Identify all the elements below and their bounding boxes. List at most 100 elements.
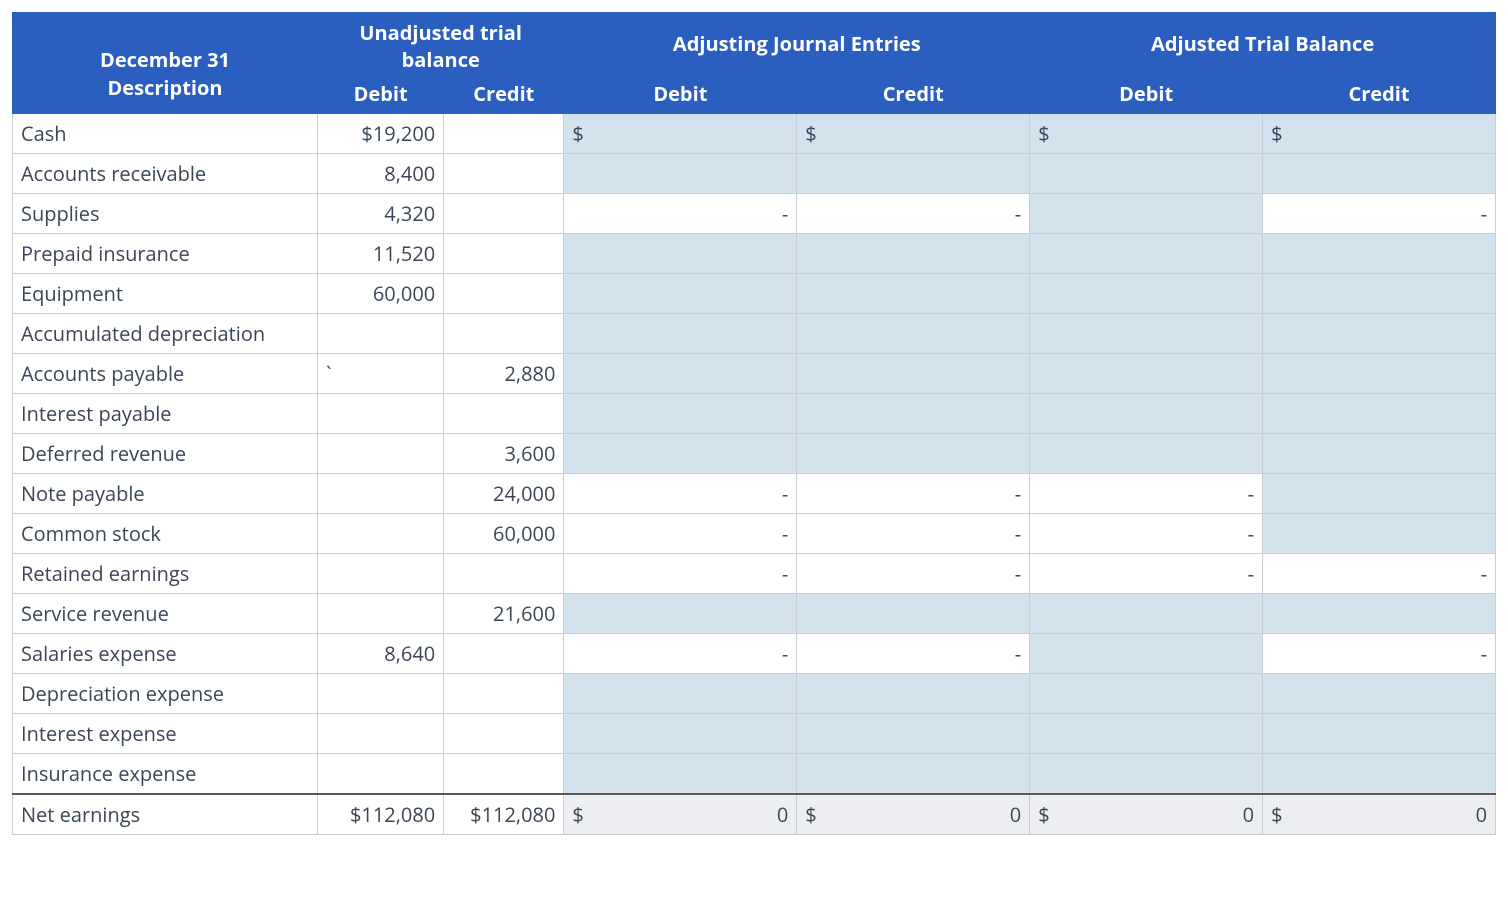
atb-debit-cell bbox=[1030, 314, 1263, 354]
utb-debit-cell: $19,200 bbox=[318, 114, 444, 154]
aje-debit-cell: $ bbox=[564, 114, 797, 154]
atb-debit-cell bbox=[1030, 434, 1263, 474]
atb-credit-cell: - bbox=[1263, 194, 1496, 234]
table-row: Accumulated depreciation bbox=[13, 314, 1496, 354]
total-row: Net earnings$112,080$112,080$0$0$0$0 bbox=[13, 794, 1496, 835]
atb-credit-cell bbox=[1263, 754, 1496, 795]
aje-debit-cell: - bbox=[564, 474, 797, 514]
header-date: December 31 bbox=[13, 13, 318, 74]
utb-credit-cell: 21,600 bbox=[444, 594, 564, 634]
aje-debit-cell bbox=[564, 434, 797, 474]
utb-debit-cell bbox=[318, 434, 444, 474]
header-atb-debit: Debit bbox=[1030, 74, 1263, 114]
utb-credit-cell: 24,000 bbox=[444, 474, 564, 514]
utb-credit-cell: 60,000 bbox=[444, 514, 564, 554]
utb-credit-cell bbox=[444, 394, 564, 434]
table-row: Accounts payable`2,880 bbox=[13, 354, 1496, 394]
aje-credit-cell: - bbox=[797, 194, 1030, 234]
table-row: Insurance expense bbox=[13, 754, 1496, 795]
header-utb-credit: Credit bbox=[444, 74, 564, 114]
aje-credit-cell bbox=[797, 754, 1030, 795]
aje-credit-cell: - bbox=[797, 634, 1030, 674]
atb-debit-cell: - bbox=[1030, 514, 1263, 554]
table-row: Prepaid insurance11,520 bbox=[13, 234, 1496, 274]
row-description: Depreciation expense bbox=[13, 674, 318, 714]
total-aje-debit: $0 bbox=[564, 794, 797, 835]
aje-debit-cell: - bbox=[564, 194, 797, 234]
aje-debit-cell bbox=[564, 594, 797, 634]
row-description: Insurance expense bbox=[13, 754, 318, 795]
aje-credit-cell: - bbox=[797, 554, 1030, 594]
utb-credit-cell bbox=[444, 234, 564, 274]
utb-credit-cell: 3,600 bbox=[444, 434, 564, 474]
atb-credit-cell: $ bbox=[1263, 114, 1496, 154]
atb-credit-cell bbox=[1263, 434, 1496, 474]
table-header: December 31 Unadjusted trial balance Adj… bbox=[13, 13, 1496, 114]
utb-debit-cell bbox=[318, 394, 444, 434]
atb-debit-cell bbox=[1030, 274, 1263, 314]
utb-debit-cell bbox=[318, 714, 444, 754]
row-description: Interest expense bbox=[13, 714, 318, 754]
atb-debit-cell bbox=[1030, 194, 1263, 234]
utb-credit-cell bbox=[444, 154, 564, 194]
aje-credit-cell: $ bbox=[797, 114, 1030, 154]
utb-credit-cell bbox=[444, 114, 564, 154]
atb-debit-cell bbox=[1030, 634, 1263, 674]
aje-credit-cell bbox=[797, 314, 1030, 354]
total-aje-credit: $0 bbox=[797, 794, 1030, 835]
row-description: Accounts payable bbox=[13, 354, 318, 394]
aje-credit-cell bbox=[797, 714, 1030, 754]
utb-debit-cell bbox=[318, 594, 444, 634]
table-row: Common stock60,000--- bbox=[13, 514, 1496, 554]
utb-credit-cell: 2,880 bbox=[444, 354, 564, 394]
atb-debit-cell: - bbox=[1030, 554, 1263, 594]
aje-credit-cell bbox=[797, 234, 1030, 274]
atb-debit-cell bbox=[1030, 394, 1263, 434]
header-atb-credit: Credit bbox=[1263, 74, 1496, 114]
row-description: Note payable bbox=[13, 474, 318, 514]
atb-credit-cell: - bbox=[1263, 634, 1496, 674]
row-description: Deferred revenue bbox=[13, 434, 318, 474]
utb-debit-cell bbox=[318, 474, 444, 514]
row-description: Retained earnings bbox=[13, 554, 318, 594]
utb-credit-cell bbox=[444, 714, 564, 754]
utb-debit-cell bbox=[318, 674, 444, 714]
header-aje-debit: Debit bbox=[564, 74, 797, 114]
total-atb-credit: $0 bbox=[1263, 794, 1496, 835]
aje-debit-cell: - bbox=[564, 634, 797, 674]
total-utb-debit: $112,080 bbox=[318, 794, 444, 835]
row-description: Accounts receivable bbox=[13, 154, 318, 194]
row-description: Equipment bbox=[13, 274, 318, 314]
aje-credit-cell bbox=[797, 274, 1030, 314]
aje-debit-cell bbox=[564, 754, 797, 795]
utb-debit-cell bbox=[318, 514, 444, 554]
utb-debit-cell: 60,000 bbox=[318, 274, 444, 314]
utb-debit-cell: ` bbox=[318, 354, 444, 394]
utb-debit-cell: 11,520 bbox=[318, 234, 444, 274]
table-row: Deferred revenue 3,600 bbox=[13, 434, 1496, 474]
atb-credit-cell bbox=[1263, 274, 1496, 314]
atb-debit-cell: $ bbox=[1030, 114, 1263, 154]
table-row: Depreciation expense bbox=[13, 674, 1496, 714]
aje-credit-cell: - bbox=[797, 514, 1030, 554]
aje-credit-cell bbox=[797, 674, 1030, 714]
header-utb-debit: Debit bbox=[318, 74, 444, 114]
table-body: Cash$19,200$$$$Accounts receivable8,400S… bbox=[13, 114, 1496, 835]
atb-credit-cell bbox=[1263, 474, 1496, 514]
row-description: Common stock bbox=[13, 514, 318, 554]
atb-credit-cell bbox=[1263, 594, 1496, 634]
aje-credit-cell bbox=[797, 354, 1030, 394]
atb-credit-cell bbox=[1263, 674, 1496, 714]
utb-credit-cell bbox=[444, 674, 564, 714]
atb-credit-cell bbox=[1263, 514, 1496, 554]
table-row: Note payable24,000--- bbox=[13, 474, 1496, 514]
atb-debit-cell bbox=[1030, 354, 1263, 394]
aje-debit-cell bbox=[564, 314, 797, 354]
row-description: Prepaid insurance bbox=[13, 234, 318, 274]
utb-credit-cell bbox=[444, 554, 564, 594]
table-row: Interest expense bbox=[13, 714, 1496, 754]
aje-debit-cell bbox=[564, 354, 797, 394]
utb-debit-cell: 4,320 bbox=[318, 194, 444, 234]
aje-debit-cell: - bbox=[564, 554, 797, 594]
aje-debit-cell: - bbox=[564, 514, 797, 554]
